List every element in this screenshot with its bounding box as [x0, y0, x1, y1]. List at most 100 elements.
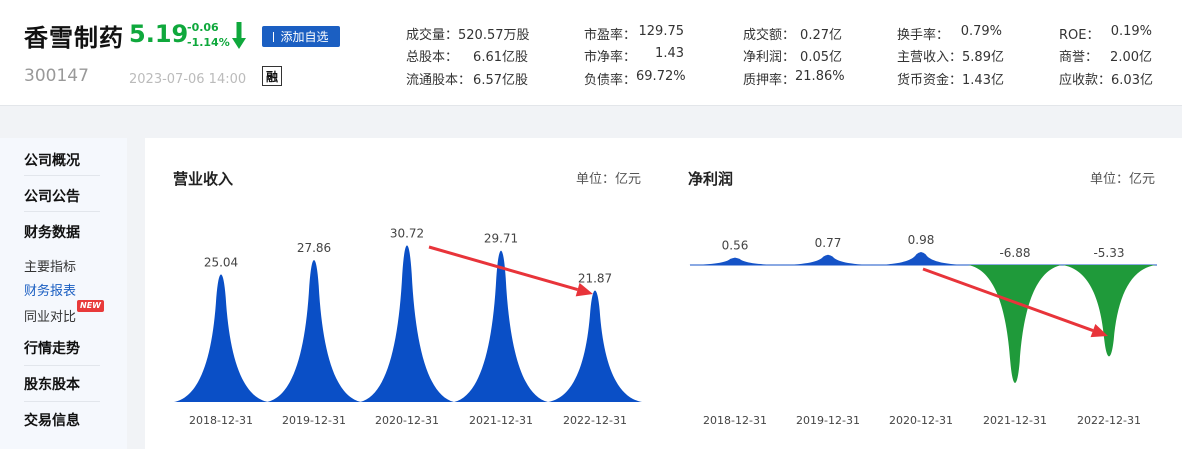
sidebar: 公司概况 公司公告 财务数据 主要指标 财务报表 同业对比 行情走势 股东股本 …: [0, 138, 127, 449]
sidebar-sub-financial-statements[interactable]: 财务报表: [24, 280, 76, 299]
metric-label: 商誉：: [1059, 50, 1099, 65]
change-amount: -0.06: [187, 21, 219, 34]
stock-price: 5.19: [129, 20, 189, 48]
sidebar-item-shareholders[interactable]: 股东股本: [24, 374, 100, 402]
quote-time: 2023-07-06 14:00: [129, 72, 247, 87]
metric-label: 质押率：: [743, 73, 796, 88]
new-badge: NEW: [77, 300, 104, 312]
metric-value: 0.27亿: [800, 28, 842, 43]
profit-data-label: 0.56: [722, 239, 749, 253]
profit-x-tick: 2022-12-31: [1077, 414, 1141, 427]
profit-x-tick: 2018-12-31: [703, 414, 767, 427]
stock-header: 香雪制药 5.19 -0.06 -1.14% 添加自选 300147 2023-…: [0, 0, 1182, 106]
metric-item: 市净率： 1.43: [584, 46, 684, 65]
metric-item: 质押率： 21.86%: [743, 69, 845, 88]
sidebar-sub-peer-comparison[interactable]: 同业对比: [24, 306, 76, 325]
metric-label: 主营收入：: [897, 50, 963, 65]
metric-value: 6.03亿: [1111, 73, 1153, 88]
profit-x-tick: 2019-12-31: [796, 414, 860, 427]
revenue-x-tick: 2019-12-31: [282, 414, 346, 427]
sidebar-item-trading-info[interactable]: 交易信息: [24, 410, 100, 436]
sidebar-item-financial-data[interactable]: 财务数据: [24, 222, 100, 248]
sidebar-sub-key-indicators[interactable]: 主要指标: [24, 256, 76, 275]
metric-item: 净利润： 0.05亿: [743, 46, 842, 65]
price-change: -0.06 -1.14%: [187, 20, 230, 50]
revenue-data-label: 25.04: [204, 255, 238, 269]
metric-value: 0.79%: [960, 24, 1002, 39]
metric-item: 商誉： 2.00亿: [1059, 46, 1152, 65]
profit-area-2019-12-31: [781, 254, 875, 265]
revenue-x-tick: 2018-12-31: [189, 414, 253, 427]
metric-value: 6.61亿股: [473, 50, 528, 65]
revenue-data-label: 29.71: [484, 232, 518, 246]
metric-item: 应收款： 6.03亿: [1059, 69, 1153, 88]
profit-x-tick: 2020-12-31: [889, 414, 953, 427]
add-watchlist-button[interactable]: 添加自选: [262, 26, 340, 47]
stock-code: 300147: [24, 66, 89, 86]
sidebar-item-company-overview[interactable]: 公司概况: [24, 150, 100, 176]
revenue-x-tick: 2022-12-31: [563, 414, 627, 427]
metric-item: 成交额： 0.27亿: [743, 24, 842, 43]
revenue-area-2019-12-31: [267, 260, 361, 402]
metric-item: 货币资金： 1.43亿: [897, 69, 1004, 88]
revenue-data-label: 21.87: [578, 272, 612, 286]
revenue-area-2022-12-31: [548, 290, 642, 402]
metric-value: 1.43: [655, 46, 684, 61]
metric-label: 净利润：: [743, 50, 796, 65]
revenue-area-2021-12-31: [454, 250, 548, 402]
metric-value: 129.75: [638, 24, 685, 39]
metric-item: 流通股本： 6.57亿股: [406, 69, 528, 88]
profit-data-label: -6.88: [999, 246, 1030, 260]
metric-item: 总股本： 6.61亿股: [406, 46, 528, 65]
metric-label: 市盈率：: [584, 28, 637, 43]
profit-data-label: -5.33: [1093, 246, 1124, 260]
metric-label: 成交额：: [743, 28, 796, 43]
metric-value: 520.57万股: [458, 28, 530, 43]
add-button-divider: [273, 31, 275, 42]
charts-panel: 营业收入 单位：亿元 净利润 单位：亿元 25.04 27.86 30.72 29.7…: [145, 138, 1182, 449]
metric-value: 1.43亿: [962, 73, 1004, 88]
metric-label: 市净率：: [584, 50, 637, 65]
metric-item: 成交量： 520.57万股: [406, 24, 530, 43]
revenue-data-label: 27.86: [297, 241, 331, 255]
sidebar-item-market-trend[interactable]: 行情走势: [24, 338, 100, 366]
metric-label: 总股本：: [406, 50, 459, 65]
revenue-area-2020-12-31: [360, 245, 454, 402]
profit-area-2018-12-31: [688, 257, 782, 265]
profit-data-label: 0.98: [908, 233, 935, 247]
profit-x-tick: 2021-12-31: [983, 414, 1047, 427]
profit-area-2022-12-31: [1062, 265, 1156, 357]
add-button-label: 添加自选: [280, 30, 329, 44]
metric-item: 主营收入： 5.89亿: [897, 46, 1004, 65]
metric-item: ROE： 0.19%: [1059, 24, 1152, 43]
profit-area-2021-12-31: [968, 265, 1062, 383]
metric-value: 0.19%: [1110, 24, 1152, 39]
metric-label: 成交量：: [406, 28, 459, 43]
metric-label: 应收款：: [1059, 73, 1112, 88]
metric-value: 5.89亿: [962, 50, 1004, 65]
metric-label: 负债率：: [584, 73, 637, 88]
stock-name: 香雪制药: [24, 24, 124, 52]
profit-area-2020-12-31: [874, 252, 968, 265]
metric-value: 69.72%: [636, 69, 686, 84]
financial-charts: 25.04 27.86 30.72 29.71 21.87 2018-12-31 2019-…: [174, 226, 1157, 427]
margin-trading-badge[interactable]: 融: [262, 66, 282, 86]
sidebar-item-company-announcements[interactable]: 公司公告: [24, 186, 100, 212]
revenue-area-2018-12-31: [174, 274, 268, 402]
metric-value: 2.00亿: [1110, 50, 1152, 65]
metric-value: 6.57亿股: [473, 73, 528, 88]
metric-value: 0.05亿: [800, 50, 842, 65]
metric-item: 负债率： 69.72%: [584, 69, 686, 88]
metric-item: 换手率： 0.79%: [897, 24, 1002, 43]
revenue-x-tick: 2021-12-31: [469, 414, 533, 427]
revenue-x-tick: 2020-12-31: [375, 414, 439, 427]
metric-label: 换手率：: [897, 28, 950, 43]
revenue-data-label: 30.72: [390, 226, 424, 240]
down-arrow-icon: [232, 22, 246, 49]
metric-value: 21.86%: [795, 69, 845, 84]
metric-label: 流通股本：: [406, 73, 472, 88]
metric-label: ROE：: [1059, 28, 1100, 43]
metric-item: 市盈率： 129.75: [584, 24, 684, 43]
change-percent: -1.14%: [187, 36, 230, 49]
profit-data-label: 0.77: [815, 236, 842, 250]
